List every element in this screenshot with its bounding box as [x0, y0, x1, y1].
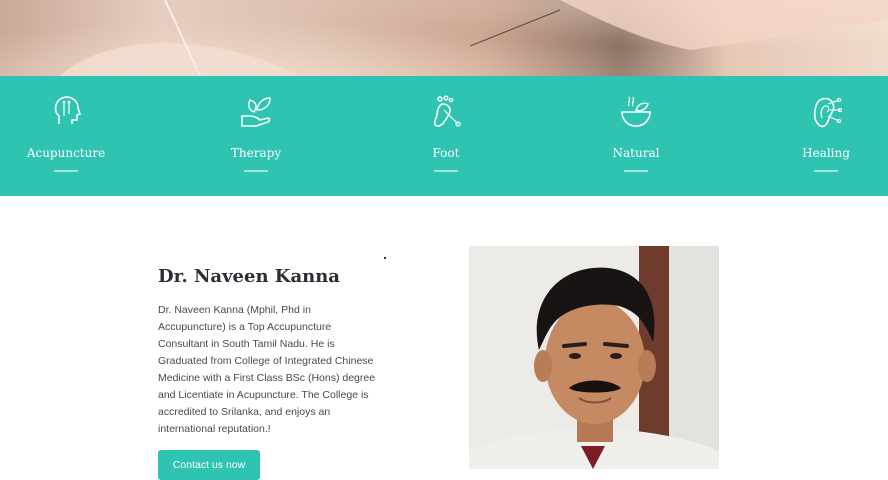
- portrait-eyebrow-right: [603, 342, 629, 348]
- doctor-name-heading: Dr. Naveen Kanna: [158, 266, 340, 287]
- portrait-eye-right: [610, 353, 622, 359]
- feature-therapy[interactable]: Therapy: [196, 76, 316, 196]
- portrait-eye-left: [569, 353, 581, 359]
- doctor-portrait: [469, 246, 719, 469]
- feature-foot[interactable]: Foot: [386, 76, 506, 196]
- contact-us-button[interactable]: Contact us now: [158, 450, 260, 480]
- portrait-ear-right: [638, 350, 656, 382]
- features-bar: Acupuncture Therapy Foot Natural Healing: [0, 76, 888, 196]
- hand-leaf-icon: [241, 97, 271, 127]
- feature-label: Acupuncture: [26, 146, 106, 160]
- feature-healing[interactable]: Healing: [766, 76, 886, 196]
- hero-hand-shape: [560, 0, 888, 50]
- portrait-wall-right: [669, 246, 719, 469]
- ear-points-icon: [813, 97, 842, 128]
- feature-divider: [244, 170, 268, 172]
- doctor-portrait-illustration: [469, 246, 719, 469]
- stray-dot: [384, 257, 386, 259]
- feature-divider: [624, 170, 648, 172]
- foot-reflexology-icon: [433, 95, 461, 127]
- feature-label: Foot: [432, 146, 460, 160]
- acupuncture-needles-illustration: [60, 0, 888, 76]
- needle-line-2: [469, 9, 561, 47]
- feature-label: Healing: [802, 146, 850, 160]
- feature-divider: [434, 170, 458, 172]
- herbal-bowl-icon: [621, 96, 651, 127]
- hero-image: [0, 0, 888, 76]
- portrait-eyebrow-left: [562, 342, 587, 348]
- hero-shoulder-shape: [60, 42, 300, 76]
- feature-natural[interactable]: Natural: [576, 76, 696, 196]
- feature-divider: [54, 170, 78, 172]
- portrait-face: [545, 300, 645, 424]
- portrait-ear-left: [534, 350, 552, 382]
- feature-label: Natural: [612, 146, 660, 160]
- head-acupuncture-icon: [54, 96, 82, 124]
- feature-acupuncture[interactable]: Acupuncture: [6, 76, 126, 196]
- feature-divider: [814, 170, 838, 172]
- doctor-bio-text: Dr. Naveen Kanna (Mphil, Phd in Accupunc…: [158, 304, 376, 435]
- feature-label: Therapy: [230, 146, 282, 160]
